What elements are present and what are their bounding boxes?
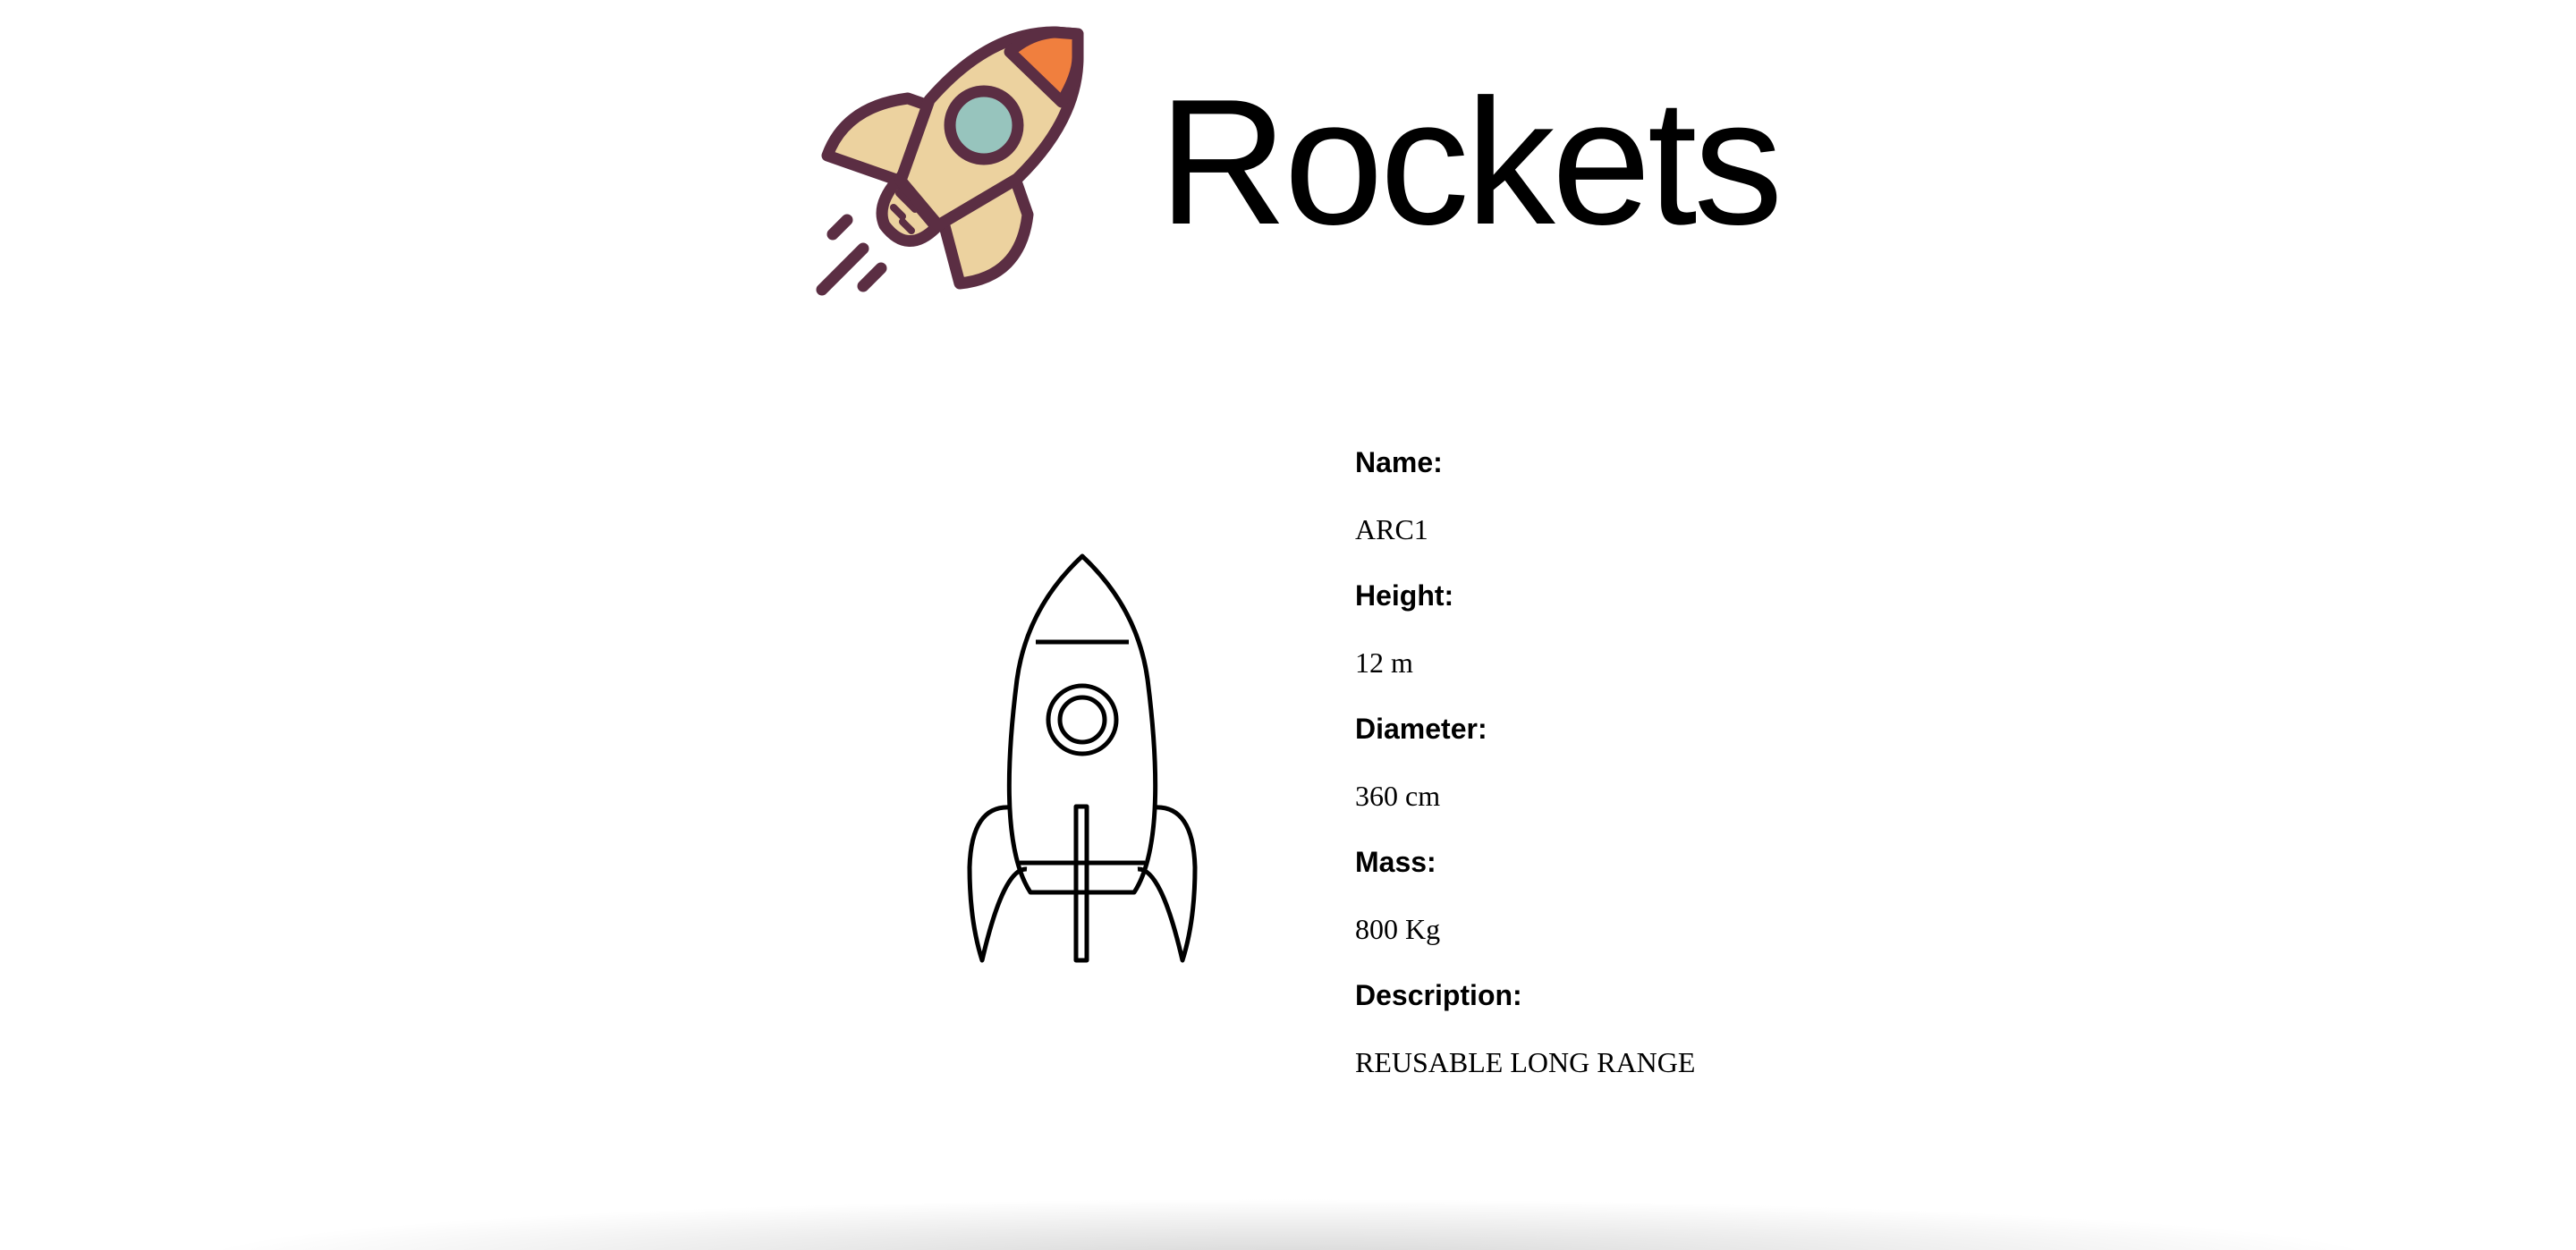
mass-value: 800 Kg [1355,912,1441,945]
height-value: 12 m [1355,646,1413,679]
diameter-value: 360 cm [1355,779,1441,812]
height-label: Height: [1355,579,1454,612]
rocket-logo-icon [809,21,1096,304]
header: Rockets [0,0,2576,322]
description-value: REUSABLE LONG RANGE [1355,1045,1696,1078]
mass-label: Mass: [1355,846,1436,878]
app-title: Rockets [1158,63,1783,262]
name-label: Name: [1355,446,1443,478]
page: Rockets Name: ARC1 Height: 12 m Diameter… [0,0,2576,1250]
diameter-label: Diameter: [1355,713,1487,745]
rocket-outline-icon [957,545,1208,966]
bottom-shadow [179,1198,2397,1250]
rocket-detail: Name: ARC1 Height: 12 m Diameter: 360 cm… [0,411,2576,1109]
description-label: Description: [1355,979,1522,1011]
rocket-info: Name: ARC1 Height: 12 m Diameter: 360 cm… [1355,443,1981,1109]
name-value: ARC1 [1355,512,1428,545]
